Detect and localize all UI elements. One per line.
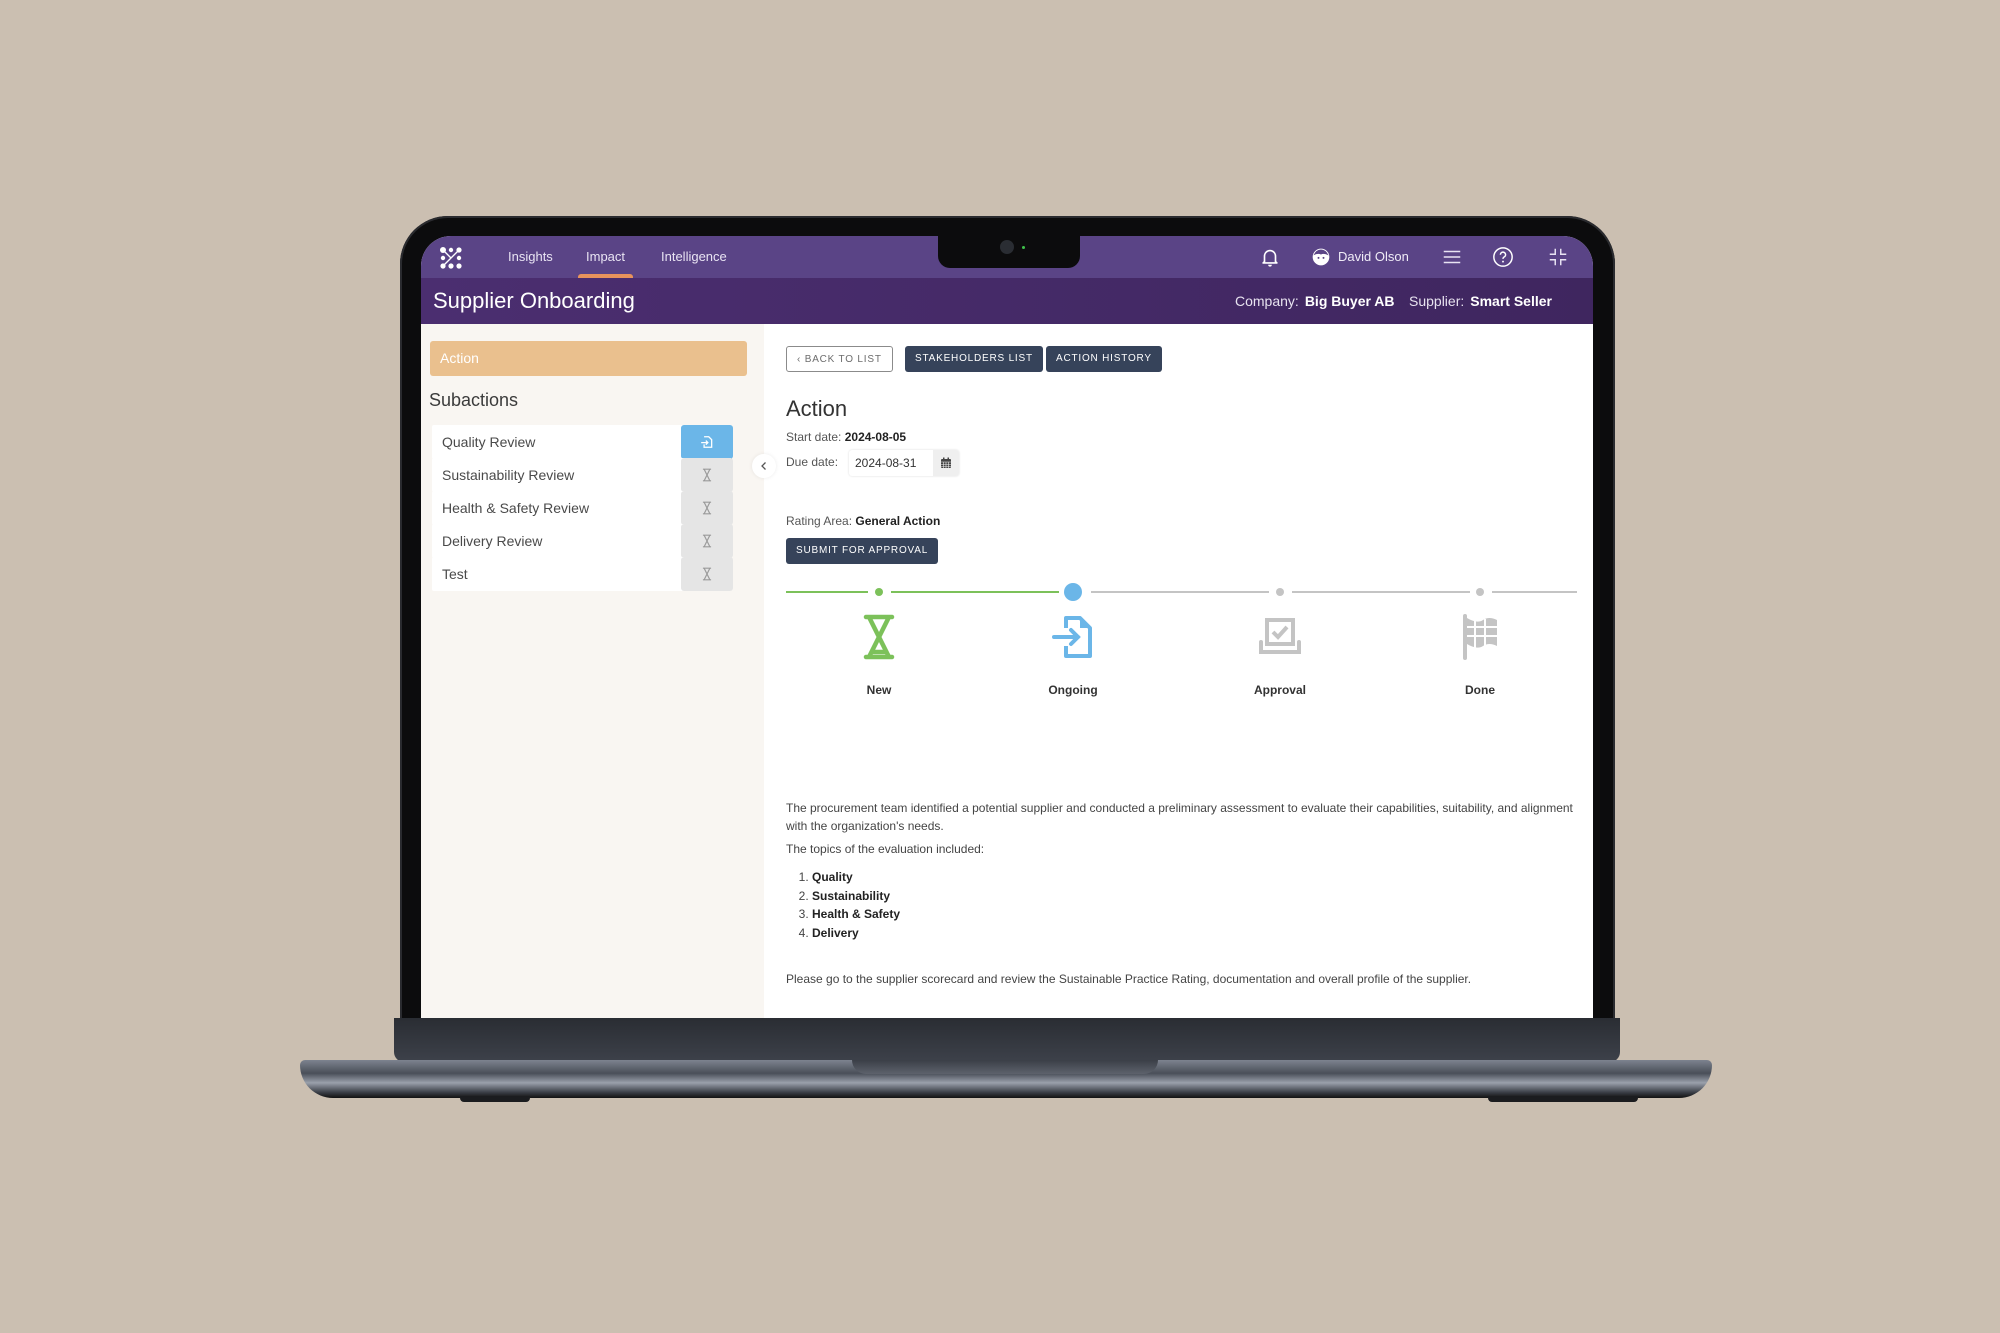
subaction-status-button[interactable] <box>681 524 733 558</box>
topics-list: Quality Sustainability Health & Safety D… <box>786 868 900 942</box>
stepper-dot-done <box>1476 588 1484 596</box>
hourglass-icon <box>702 534 712 548</box>
stepper-line-done <box>786 591 868 593</box>
main-content: ‹ BACK TO LIST STAKEHOLDERS LIST ACTION … <box>764 324 1593 1018</box>
subaction-status-button[interactable] <box>681 425 733 459</box>
subaction-label: Quality Review <box>442 434 536 450</box>
submit-for-approval-button[interactable]: SUBMIT FOR APPROVAL <box>786 538 939 564</box>
subaction-label: Health & Safety Review <box>442 500 590 516</box>
sidebar: Action Subactions Quality Review Sustain… <box>421 324 764 1018</box>
start-date-label: Start date: <box>786 430 842 444</box>
step-label-new: New <box>866 683 892 697</box>
topic-item: Quality <box>812 868 900 887</box>
file-import-icon <box>1052 616 1092 658</box>
finish-flag-icon <box>1463 614 1497 660</box>
step-label-approval: Approval <box>1253 683 1306 697</box>
stepper-line-pending <box>1091 591 1269 593</box>
subaction-row[interactable]: Quality Review <box>432 425 733 459</box>
rating-area-value: General Action <box>855 514 941 528</box>
subaction-status-button[interactable] <box>681 458 733 492</box>
subactions-title: Subactions <box>429 390 519 410</box>
bell-icon[interactable] <box>1259 246 1281 268</box>
stepper-dot-ongoing <box>1064 583 1082 601</box>
rating-area: Rating Area: General Action <box>786 514 940 528</box>
subaction-label: Test <box>442 566 468 582</box>
camera-icon <box>1000 240 1014 254</box>
stepper-dot-new <box>875 588 883 596</box>
chevron-left-icon: ‹ <box>797 354 805 365</box>
app-logo-icon[interactable] <box>439 246 463 270</box>
topics-intro: The topics of the evaluation included: <box>786 842 985 856</box>
stepper-line-pending <box>1492 591 1577 593</box>
page-title: Supplier Onboarding <box>433 288 635 313</box>
subaction-status-button[interactable] <box>681 557 733 591</box>
stakeholders-list-button[interactable]: STAKEHOLDERS LIST <box>905 346 1043 372</box>
company-context: Company: Big Buyer AB <box>1235 278 1395 324</box>
calendar-icon <box>941 457 951 468</box>
description-paragraph: The procurement team identified a potent… <box>786 801 1573 833</box>
due-date-field[interactable]: 2024-08-31 <box>849 450 959 476</box>
approval-check-icon <box>1259 618 1301 654</box>
status-stepper: New Ongoing Approval Done <box>786 580 1593 710</box>
calendar-button[interactable] <box>933 450 959 476</box>
nav-tab-impact[interactable]: Impact <box>577 236 634 278</box>
stepper-line-pending <box>1292 591 1470 593</box>
step-label-ongoing: Ongoing <box>1048 683 1098 697</box>
topic-item: Delivery <box>812 924 900 943</box>
subaction-row[interactable]: Delivery Review <box>432 524 733 558</box>
app-screen: Insights Impact Intelligence David Olson… <box>421 236 1593 1018</box>
action-history-button[interactable]: ACTION HISTORY <box>1046 346 1162 372</box>
start-date: Start date: 2024-08-05 <box>786 430 906 444</box>
laptop-opening-notch <box>852 1060 1158 1074</box>
supplier-label: Supplier: <box>1409 293 1465 309</box>
rating-area-label: Rating Area: <box>786 514 853 528</box>
user-avatar-icon[interactable] <box>1311 247 1331 267</box>
page-header: Supplier Onboarding Company: Big Buyer AB… <box>421 278 1593 324</box>
help-icon[interactable] <box>1492 246 1514 268</box>
instructions-paragraph: Please go to the supplier scorecard and … <box>786 972 1472 986</box>
topic-item: Sustainability <box>812 887 900 906</box>
sidebar-action-item[interactable]: Action <box>430 341 747 376</box>
stepper-line-done <box>891 591 1059 593</box>
subaction-label: Sustainability Review <box>442 467 575 483</box>
back-to-list-button[interactable]: ‹ BACK TO LIST <box>786 346 893 372</box>
company-label: Company: <box>1235 293 1299 309</box>
laptop-foot <box>1488 1096 1638 1102</box>
start-date-value: 2024-08-05 <box>844 430 907 444</box>
step-label-done: Done <box>1465 683 1495 697</box>
collapse-screen-icon[interactable] <box>1547 246 1569 268</box>
file-import-icon <box>701 436 713 448</box>
subaction-row[interactable]: Health & Safety Review <box>432 491 733 525</box>
chevron-left-icon <box>761 462 766 470</box>
hourglass-icon <box>702 567 712 581</box>
nav-tab-intelligence[interactable]: Intelligence <box>661 236 727 278</box>
laptop-chin <box>394 1018 1620 1062</box>
due-date-value[interactable]: 2024-08-31 <box>855 450 916 476</box>
due-date-label: Due date: <box>786 455 839 469</box>
topic-item: Health & Safety <box>812 905 900 924</box>
subaction-label: Delivery Review <box>442 533 543 549</box>
subaction-status-button[interactable] <box>681 491 733 525</box>
supplier-value: Smart Seller <box>1470 293 1552 309</box>
supplier-context: Supplier: Smart Seller <box>1409 278 1552 324</box>
laptop-foot <box>460 1096 530 1102</box>
hourglass-icon <box>702 468 712 482</box>
stepper-dot-approval <box>1276 588 1284 596</box>
collapse-sidebar-button[interactable] <box>752 454 776 478</box>
back-to-list-label: BACK TO LIST <box>804 354 882 365</box>
subaction-row[interactable]: Test <box>432 557 733 591</box>
hourglass-icon <box>702 501 712 515</box>
hourglass-icon <box>863 614 895 660</box>
nav-tab-insights[interactable]: Insights <box>508 236 553 278</box>
user-name[interactable]: David Olson <box>1338 236 1409 278</box>
company-value: Big Buyer AB <box>1304 293 1395 309</box>
action-heading: Action <box>786 396 848 421</box>
subaction-row[interactable]: Sustainability Review <box>432 458 733 492</box>
camera-led <box>1022 246 1025 249</box>
menu-icon[interactable] <box>1441 246 1463 268</box>
